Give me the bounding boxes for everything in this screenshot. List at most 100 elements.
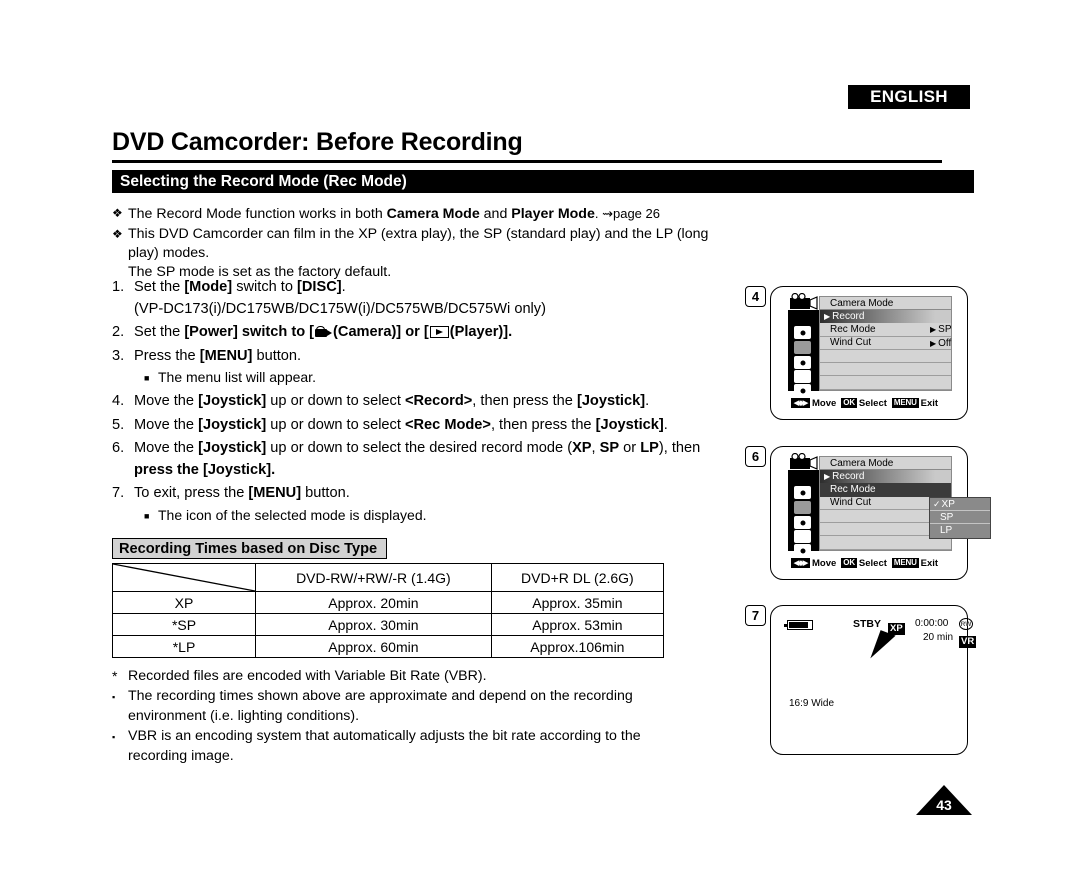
battery-icon xyxy=(784,620,813,630)
hint-label: Move xyxy=(812,557,837,569)
printer-tab-icon[interactable] xyxy=(794,501,811,514)
settings-gear-icon[interactable] xyxy=(794,544,811,557)
step-part: To exit, press the xyxy=(134,485,249,501)
menu-item-record[interactable]: ▶ Record xyxy=(820,310,951,324)
step-1: 1. Set the [Mode] switch to [DISC]. (VP-… xyxy=(112,277,752,320)
step-text: Set the [Mode] switch to [DISC]. (VP-DC1… xyxy=(134,277,752,320)
step-text: Set the [Power] switch to [(Camera)] or … xyxy=(134,322,752,344)
step-part: Press the xyxy=(134,347,200,364)
display-tab-icon[interactable] xyxy=(794,530,811,543)
table-row: *SP Approx. 30min Approx. 53min xyxy=(112,613,665,636)
step-part: up or down to select xyxy=(266,393,405,409)
ok-key-badge: OK xyxy=(841,398,857,408)
timecode: 0:00:00 xyxy=(915,618,949,629)
lcd-screen-7: STBY XP 0:00:00 RW 20 min VR 16:9 Wide xyxy=(770,605,977,755)
ok-key-badge: OK xyxy=(841,558,857,568)
step-part: ), then xyxy=(658,440,701,456)
list-item: ❖ The Record Mode function works in both… xyxy=(112,204,732,224)
menu-icon-sidebar xyxy=(788,310,819,397)
footnote-text: Recorded files are encoded with Variable… xyxy=(128,668,487,684)
table-cell: Approx. 35min xyxy=(490,591,665,614)
step-substep: ■ The menu list will appear. xyxy=(134,367,752,389)
footnote-line: environment (i.e. lighting conditions). xyxy=(128,708,360,724)
step-part: switch to xyxy=(232,279,298,295)
step-part: up or down to select the desired record … xyxy=(266,440,573,456)
step-number: 1. xyxy=(112,279,125,295)
check-icon: ✓ xyxy=(933,498,941,509)
step-part: . xyxy=(341,279,346,295)
menu-item-label: Record xyxy=(832,471,865,483)
step-part-bold: [Joystick] xyxy=(198,416,267,433)
table-cell: Approx. 60min xyxy=(255,635,492,658)
step-part: button. xyxy=(301,485,350,501)
step-part: . xyxy=(645,393,650,409)
menu-row-list: ▶ Record Rec Mode Wind Cut xyxy=(819,310,952,391)
caret-right-icon: ▶ xyxy=(824,472,831,482)
standby-status-bar: STBY XP 0:00:00 RW 20 min VR xyxy=(784,618,977,648)
step-number: 2. xyxy=(112,324,125,340)
bullet-line: This DVD Camcorder can film in the XP (e… xyxy=(128,226,709,261)
step-3: 3. Press the [MENU] button. ■ The menu li… xyxy=(112,346,752,390)
submenu-option-xp[interactable]: ✓ XP xyxy=(930,498,990,511)
step-part-bold: [Mode] xyxy=(184,279,233,295)
table-row: XP Approx. 20min Approx. 35min xyxy=(112,591,665,614)
step-number: 5. xyxy=(112,416,125,433)
table-col-header: DVD-RW/+RW/-R (1.4G) xyxy=(255,563,492,592)
bullet-part: The Record Mode function works in both xyxy=(128,206,387,222)
step-part: Set the xyxy=(134,324,185,340)
step-part: . xyxy=(663,416,668,433)
wind-cut-value: ▶ Off xyxy=(930,338,951,349)
step-part-bold: [Joystick] xyxy=(576,393,646,409)
step-2: 2. Set the [Power] switch to [(Camera)] … xyxy=(112,322,752,344)
footnotes: * Recorded files are encoded with Variab… xyxy=(112,666,732,766)
player-icon xyxy=(429,326,449,338)
camera-menu: Camera Mode ▶ Record Rec Mode Wind Cut xyxy=(788,292,952,397)
hint-move: ◀◆▶ Move xyxy=(791,398,836,409)
submenu-option-label: LP xyxy=(940,525,953,536)
menu-item-label: Wind Cut xyxy=(830,337,872,349)
menu-item-record[interactable]: ▶ Record xyxy=(820,470,951,484)
submenu-option-lp[interactable]: LP xyxy=(930,524,990,537)
standby-label: STBY xyxy=(853,618,882,630)
substep-text: The icon of the selected mode is display… xyxy=(158,506,427,523)
menu-item-rec-mode[interactable]: Rec Mode xyxy=(820,483,951,497)
step-part: , then press the xyxy=(472,393,577,409)
step-part: press the xyxy=(134,461,203,478)
caret-right-icon: ▶ xyxy=(824,312,831,322)
step-part-bold: [Joystick] xyxy=(202,461,272,478)
substep-text: The menu list will appear. xyxy=(158,369,316,385)
mode-lp: LP xyxy=(640,440,659,456)
language-badge: ENGLISH xyxy=(848,85,970,109)
step-text: Move the [Joystick] up or down to select… xyxy=(134,391,752,413)
submenu-option-sp[interactable]: SP xyxy=(930,511,990,524)
step-part-bold: [Joystick] xyxy=(198,440,267,456)
list-item: ▪ The recording times shown above are ap… xyxy=(112,686,732,726)
table-col-header: DVD+R DL (2.6G) xyxy=(490,563,665,592)
step-number: 3. xyxy=(112,347,125,364)
disc-tab-icon[interactable] xyxy=(794,516,811,529)
diamond-bullet-icon: ❖ xyxy=(112,227,123,241)
menu-item-label: Wind Cut xyxy=(830,497,872,509)
caret-right-icon: ▶ xyxy=(930,339,937,348)
menu-key-badge: MENU xyxy=(891,398,919,408)
printer-tab-icon[interactable] xyxy=(794,341,811,354)
intro-bullets: ❖ The Record Mode function works in both… xyxy=(112,204,732,283)
step-part-bold: [Joystick] xyxy=(595,416,664,433)
settings-gear-icon[interactable] xyxy=(794,384,811,397)
step-part-bold: (Player)]. xyxy=(449,324,513,340)
display-tab-icon[interactable] xyxy=(794,370,811,383)
disc-tab-icon[interactable] xyxy=(794,356,811,369)
square-bullet-icon: ■ xyxy=(144,373,150,383)
rec-mode-value-label: SP xyxy=(938,324,952,335)
submenu-option-label: XP xyxy=(941,498,955,510)
hint-select: OK Select xyxy=(841,398,887,409)
step-part: up or down to select xyxy=(266,416,405,433)
step-part: Set the xyxy=(134,279,185,295)
step-5: 5. Move the [Joystick] up or down to sel… xyxy=(112,415,752,437)
camera-tab-icon[interactable] xyxy=(794,486,811,499)
hint-label: Exit xyxy=(920,557,939,569)
table-corner-cell xyxy=(112,563,256,592)
menu-icon-sidebar xyxy=(788,470,819,557)
camera-tab-icon[interactable] xyxy=(794,326,811,339)
table-cell: Approx. 30min xyxy=(255,613,492,636)
